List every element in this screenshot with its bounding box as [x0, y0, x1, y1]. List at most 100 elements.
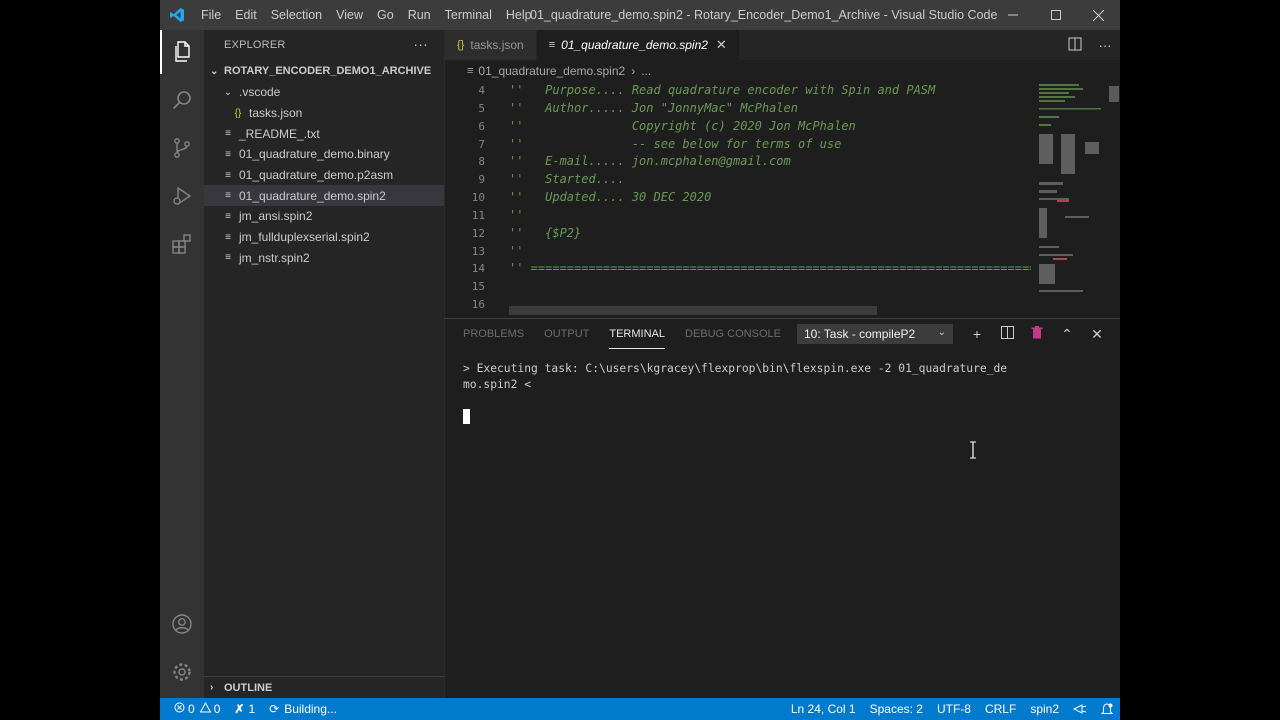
- breadcrumb-symbol[interactable]: ...: [641, 64, 651, 78]
- line-text: '' Author..... Jon "JonnyMac" McPhalen: [509, 100, 798, 115]
- explorer-title: EXPLORER: [224, 39, 286, 51]
- tree-item[interactable]: ≡ 01_quadrature_demo.p2asm: [204, 165, 444, 186]
- indentation[interactable]: Spaces: 2: [863, 698, 930, 720]
- tab-tasks-json[interactable]: {} tasks.json: [445, 30, 537, 60]
- line-text: '' Started....: [509, 172, 625, 187]
- tree-item[interactable]: ≡ _README_.txt: [204, 123, 444, 144]
- menu-go[interactable]: Go: [370, 0, 401, 30]
- chevron-right-icon: ›: [210, 682, 214, 693]
- editor-actions: ···: [1060, 30, 1120, 60]
- terminal-select[interactable]: 10: Task - compileP2 ⌄: [797, 324, 953, 344]
- code-line: 14 '' ===================================…: [445, 260, 1031, 278]
- split-editor-icon[interactable]: [1060, 37, 1090, 54]
- maximize-button[interactable]: [1034, 0, 1077, 30]
- outline-section[interactable]: › OUTLINE: [204, 676, 444, 698]
- workspace-section[interactable]: ⌄ ROTARY_ENCODER_DEMO1_ARCHIVE: [204, 60, 444, 82]
- tab-quadrature-demo[interactable]: ≡ 01_quadrature_demo.spin2 ✕: [536, 30, 740, 60]
- tree-item[interactable]: ≡ jm_nstr.spin2: [204, 248, 444, 269]
- code-editor[interactable]: 4 '' Purpose.... Read quadrature encoder …: [445, 82, 1031, 318]
- activity-bar: [160, 30, 204, 698]
- terminal-output[interactable]: > Executing task: C:\users\kgracey\flexp…: [463, 361, 1103, 429]
- chevron-down-icon: ⌄: [937, 327, 946, 338]
- problems-status[interactable]: 0 0: [160, 698, 227, 720]
- status-bar: 0 0 ✗ 1 ⟳ Building... Ln 24, Col 1 Space…: [160, 698, 1120, 720]
- code-line: 13 '': [445, 243, 1031, 261]
- vscode-window: File Edit Selection View Go Run Terminal…: [160, 0, 1120, 720]
- json-icon: {}: [457, 39, 465, 51]
- menu-run[interactable]: Run: [401, 0, 438, 30]
- building-label: Building...: [284, 702, 337, 716]
- code-line: 10 '' Updated.... 30 DEC 2020: [445, 189, 1031, 207]
- run-debug-icon[interactable]: [160, 174, 204, 218]
- cursor-position[interactable]: Ln 24, Col 1: [784, 698, 863, 720]
- tab-problems[interactable]: PROBLEMS: [463, 319, 524, 349]
- encoding[interactable]: UTF-8: [930, 698, 978, 720]
- file-lines-icon: ≡: [225, 148, 231, 160]
- editor-tabs: {} tasks.json ≡ 01_quadrature_demo.spin2…: [445, 30, 1120, 60]
- menu-terminal[interactable]: Terminal: [438, 0, 499, 30]
- line-text: '' {$P2}: [509, 225, 582, 240]
- more-actions-icon[interactable]: ···: [1090, 38, 1120, 53]
- source-control-icon[interactable]: [160, 126, 204, 170]
- more-actions-icon[interactable]: ···: [413, 36, 428, 52]
- search-icon[interactable]: [160, 78, 204, 122]
- code-line: 5 '' Author..... Jon "JonnyMac" McPhalen: [445, 100, 1031, 118]
- account-icon[interactable]: [160, 602, 204, 646]
- language-mode[interactable]: spin2: [1023, 698, 1066, 720]
- code-line: 8 '' E-mail..... jon.mcphalen@gmail.com: [445, 153, 1031, 171]
- terminal-select-value: 10: Task - compileP2: [804, 327, 916, 341]
- notifications-bell-icon[interactable]: [1094, 698, 1120, 720]
- tools-status[interactable]: ✗ 1: [227, 698, 262, 720]
- menu-edit[interactable]: Edit: [228, 0, 264, 30]
- tab-debug-console[interactable]: DEBUG CONSOLE: [685, 319, 781, 349]
- breadcrumb-file[interactable]: 01_quadrature_demo.spin2: [478, 64, 625, 78]
- vertical-scrollbar[interactable]: [1106, 82, 1120, 318]
- editor-area: {} tasks.json ≡ 01_quadrature_demo.spin2…: [444, 30, 1120, 318]
- chevron-right-icon: ›: [631, 64, 636, 78]
- tab-output[interactable]: OUTPUT: [544, 319, 589, 349]
- outline-label: OUTLINE: [224, 681, 273, 694]
- menu-view[interactable]: View: [329, 0, 370, 30]
- code-line: 6 '' Copyright (c) 2020 Jon McPhalen: [445, 118, 1031, 136]
- menu-selection[interactable]: Selection: [264, 0, 329, 30]
- feedback-icon[interactable]: [1066, 698, 1094, 720]
- code-line: 4 '' Purpose.... Read quadrature encoder …: [445, 82, 1031, 100]
- maximize-panel-icon[interactable]: ⌃: [1052, 326, 1082, 343]
- tab-terminal[interactable]: TERMINAL: [609, 319, 665, 349]
- close-window-button[interactable]: [1077, 0, 1120, 30]
- tree-item[interactable]: ≡ 01_quadrature_demo.spin2: [204, 185, 444, 207]
- split-terminal-icon[interactable]: [992, 326, 1022, 342]
- tree-item-label: 01_quadrature_demo.spin2: [239, 188, 386, 203]
- tree-item-label: jm_nstr.spin2: [239, 250, 310, 265]
- json-icon: {}: [234, 107, 242, 119]
- task-status[interactable]: ⟳ Building...: [262, 698, 344, 720]
- code-line: 12 '' {$P2}: [445, 225, 1031, 243]
- line-ending[interactable]: CRLF: [978, 698, 1023, 720]
- horizontal-scrollbar[interactable]: [509, 306, 877, 315]
- new-terminal-icon[interactable]: +: [962, 326, 992, 342]
- tree-item[interactable]: {} tasks.json: [204, 103, 444, 124]
- minimap[interactable]: [1035, 82, 1107, 318]
- tree-item[interactable]: ≡ jm_ansi.spin2: [204, 206, 444, 227]
- menu-file[interactable]: File: [194, 0, 228, 30]
- code-line: 9 '' Started....: [445, 171, 1031, 189]
- menu-bar: File Edit Selection View Go Run Terminal…: [194, 0, 539, 30]
- minimize-button[interactable]: [991, 0, 1034, 30]
- tree-item[interactable]: ≡ 01_quadrature_demo.binary: [204, 144, 444, 165]
- chevron-down-icon: ⌄: [223, 86, 233, 98]
- settings-gear-icon[interactable]: [160, 650, 204, 694]
- code-line: 15: [445, 278, 1031, 296]
- close-panel-icon[interactable]: ✕: [1082, 326, 1112, 343]
- trash-icon[interactable]: [1022, 326, 1052, 342]
- line-number: 10: [471, 191, 485, 205]
- files-icon[interactable]: [160, 30, 204, 74]
- workspace-name: ROTARY_ENCODER_DEMO1_ARCHIVE: [224, 65, 432, 77]
- tree-item[interactable]: ⌄ .vscode: [204, 82, 444, 103]
- file-lines-icon: ≡: [548, 39, 556, 51]
- extensions-icon[interactable]: [160, 222, 204, 266]
- line-number: 8: [478, 155, 485, 169]
- explorer-sidebar: EXPLORER ··· ⌄ ROTARY_ENCODER_DEMO1_ARCH…: [204, 30, 444, 698]
- close-icon[interactable]: ✕: [716, 37, 727, 53]
- tree-item[interactable]: ≡ jm_fullduplexserial.spin2: [204, 227, 444, 248]
- tree-item-label: .vscode: [239, 85, 281, 100]
